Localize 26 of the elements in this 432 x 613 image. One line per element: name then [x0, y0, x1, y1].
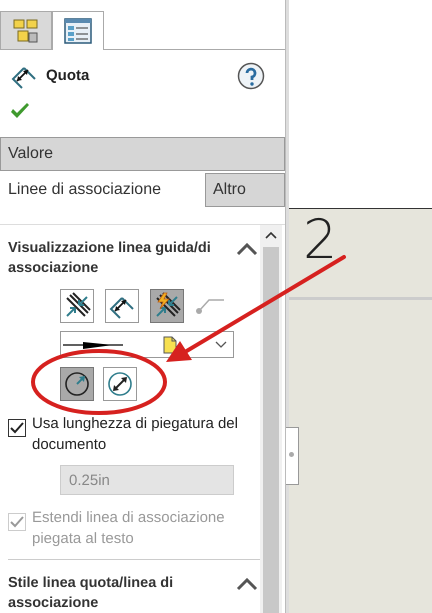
dimension-text: 2	[303, 213, 338, 267]
group-tab[interactable]: Valore	[0, 137, 285, 171]
leader-style-button[interactable]	[60, 289, 94, 323]
checkbox-label: Estendi linea di associazione piegata al testo	[32, 508, 226, 549]
group-tab[interactable]: Altro	[205, 173, 285, 207]
leader-bend-button[interactable]	[60, 367, 94, 401]
collapse-icon[interactable]	[236, 577, 258, 591]
property-tab[interactable]	[52, 11, 104, 50]
leader-style-button[interactable]	[150, 289, 184, 323]
checkbox-label: Usa lunghezza di piegatura del documento	[32, 414, 239, 455]
help-icon[interactable]	[237, 62, 265, 90]
confirm-check-icon[interactable]	[10, 103, 30, 119]
document-icon	[163, 336, 177, 354]
section-title: Stile linea quota/linea di associazione	[8, 574, 174, 613]
section-title: Visualizzazione linea guida/di associazione	[8, 239, 212, 278]
tree-icon	[12, 18, 40, 44]
checkbox[interactable]	[8, 419, 26, 437]
scrollbar-thumb[interactable]	[263, 247, 279, 613]
leader-bend-button[interactable]	[103, 367, 137, 401]
list-icon	[64, 18, 92, 44]
collapse-icon[interactable]	[236, 242, 258, 256]
feature-tree-tab[interactable]	[0, 11, 52, 49]
dropdown-caret-icon	[215, 340, 227, 348]
panel-title: Quota	[46, 67, 90, 84]
panel-resize-handle[interactable]	[286, 427, 299, 485]
leader-style-button[interactable]	[105, 289, 139, 323]
